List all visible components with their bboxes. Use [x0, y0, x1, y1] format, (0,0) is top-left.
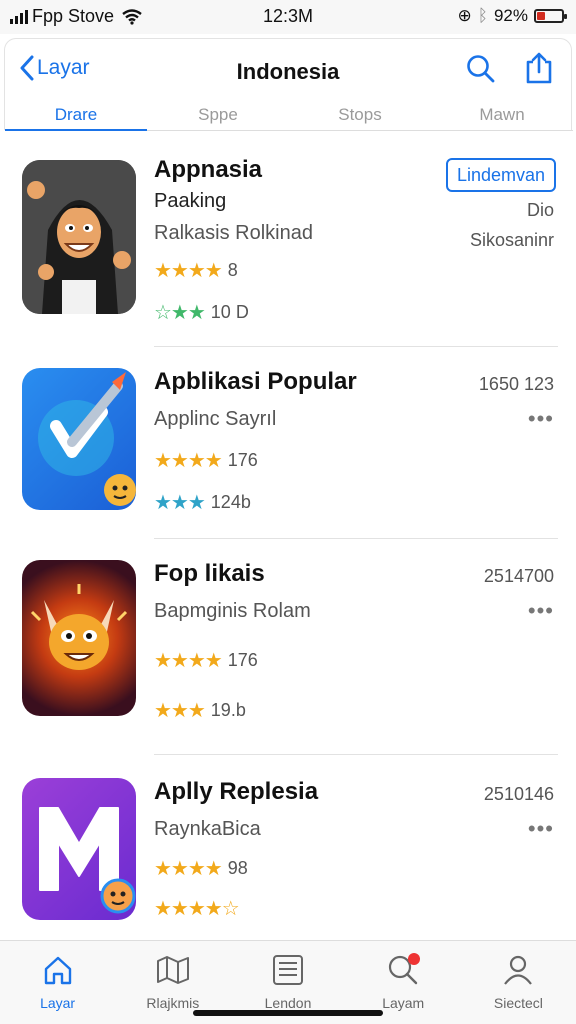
secondary-rating: ☆★★ 10 D — [154, 300, 249, 325]
app-developer: Ralkasis Rolkinad — [154, 222, 313, 244]
app-subtitle: RaynkaBica — [154, 818, 261, 840]
divider — [154, 346, 558, 347]
tab-label: Lendon — [264, 995, 312, 1011]
rating-count: 98 — [227, 858, 248, 878]
more-icon[interactable]: ••• — [528, 406, 554, 432]
get-button[interactable]: Lindemvan — [446, 158, 556, 192]
tab-label: Layam — [382, 995, 425, 1011]
app-row[interactable]: Apblikasi Popular Applinc Sayrıl ★★★★ 17… — [0, 348, 576, 548]
list-icon — [273, 955, 303, 985]
character-artwork — [22, 160, 136, 314]
tab-siectecl[interactable]: Siectecl — [461, 941, 576, 1024]
rotation-lock-icon: ⊕ — [457, 6, 472, 25]
app-name[interactable]: Apblikasi Popular — [154, 368, 357, 396]
letter-m-artwork — [39, 807, 136, 914]
search-icon[interactable] — [465, 53, 497, 85]
star-rating-icon: ★★★★ — [154, 858, 223, 880]
rating: ★★★★ 8 — [154, 258, 238, 283]
status-right: ⊕ ᛒ 92% — [457, 6, 567, 26]
app-name[interactable]: Aplly Replesia — [154, 778, 318, 806]
cat-face-artwork — [30, 584, 128, 670]
status-bar: Fpp Stove 12:3M ⊕ ᛒ 92% — [0, 0, 576, 34]
share-icon[interactable] — [523, 51, 555, 85]
rating: ★★★★ 176 — [154, 448, 258, 473]
app-subtitle: Applinc Sayrıl — [154, 408, 277, 430]
rating: ★★★★ 176 — [154, 648, 258, 673]
map-icon — [156, 956, 189, 984]
rating-count: 176 — [227, 650, 258, 670]
app-subtitle: Bapmginis Rolam — [154, 600, 311, 622]
secondary-rating: ★★★ 124b — [154, 490, 251, 515]
tab-layar[interactable]: Layar — [0, 941, 115, 1024]
battery-percent: 92% — [493, 6, 528, 25]
app-icon-fop-likais[interactable] — [22, 560, 136, 716]
app-icon-aplly-replesia[interactable] — [22, 778, 136, 920]
app-icon-appnasia[interactable] — [22, 160, 136, 314]
more-icon[interactable]: ••• — [528, 816, 554, 842]
star-rating-icon: ☆★★ — [154, 302, 206, 324]
secondary-rating: ★★★ 19.b — [154, 698, 246, 723]
home-indicator[interactable] — [193, 1010, 383, 1016]
rating-count: 176 — [227, 450, 258, 470]
notification-badge — [407, 953, 420, 965]
rating: ★★★★ 98 — [154, 856, 248, 881]
tab-label: Layar — [40, 995, 76, 1011]
star-rating-icon: ★★★ — [154, 700, 206, 722]
segment-drare[interactable]: Drare — [5, 101, 147, 131]
segment-mawn[interactable]: Mawn — [431, 101, 573, 130]
bluetooth-icon: ᛒ — [477, 6, 488, 25]
battery-icon — [534, 9, 567, 23]
tab-label: Siectecl — [493, 995, 543, 1011]
app-meta-bottom: Sikosaninr — [469, 230, 554, 250]
app-row[interactable]: Fop likais Bapmginis Rolam ★★★★ 176 ★★★ … — [0, 540, 576, 740]
more-icon[interactable]: ••• — [528, 598, 554, 624]
app-name[interactable]: Fop likais — [154, 560, 265, 588]
app-meta-top: Dio — [526, 200, 554, 220]
star-rating-icon: ★★★★ — [154, 450, 223, 472]
secondary-count: 19.b — [210, 700, 246, 720]
star-rating-icon: ★★★ — [154, 492, 206, 514]
app-name[interactable]: Appnasia — [154, 156, 262, 184]
app-row[interactable]: Aplly Replesia RaynkaBica ★★★★ 98 ★★★★☆ … — [0, 756, 576, 956]
star-rating-icon: ★★★★☆ — [154, 898, 240, 920]
segment-sppe[interactable]: Sppe — [147, 101, 289, 130]
app-meta-top: 2514700 — [483, 566, 554, 586]
segment-stops[interactable]: Stops — [289, 101, 431, 130]
home-icon — [44, 956, 71, 985]
segment-control: Drare Sppe Stops Mawn — [5, 101, 573, 131]
person-icon — [504, 955, 533, 985]
app-meta-top: 2510146 — [483, 784, 554, 804]
tab-label: Rlajkmis — [146, 995, 200, 1011]
app-subtitle: Paaking — [154, 190, 227, 212]
nav-header: Layar Indonesia Drare Sppe Stops Mawn — [4, 38, 573, 131]
app-icon-apblikasi[interactable] — [22, 368, 136, 510]
rating-count: 8 — [227, 260, 238, 280]
divider — [154, 538, 558, 539]
app-meta-top: 1650 123 — [478, 374, 554, 394]
secondary-count: 10 D — [210, 302, 249, 322]
divider — [154, 754, 558, 755]
brush-artwork — [38, 372, 136, 506]
secondary-rating: ★★★★☆ — [154, 896, 240, 921]
app-row[interactable]: Appnasia Paaking Ralkasis Rolkinad ★★★★ … — [0, 140, 576, 340]
star-rating-icon: ★★★★ — [154, 650, 223, 672]
secondary-count: 124b — [210, 492, 251, 512]
star-rating-icon: ★★★★ — [154, 260, 223, 282]
